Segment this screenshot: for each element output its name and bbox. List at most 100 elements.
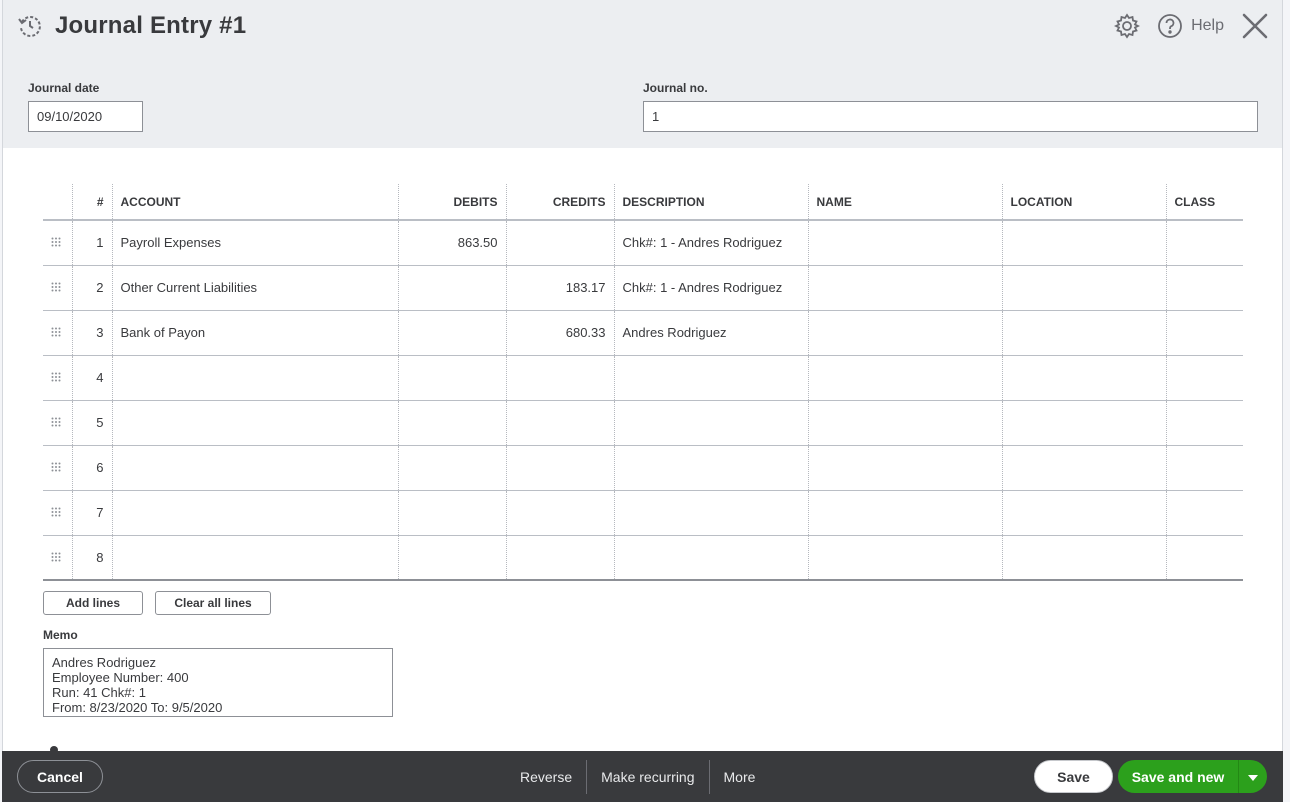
account-cell[interactable] (112, 445, 398, 490)
debits-cell[interactable]: 863.50 (398, 220, 506, 265)
history-icon[interactable] (15, 11, 45, 41)
credits-cell[interactable] (506, 535, 614, 580)
row-number-cell: 3 (72, 310, 112, 355)
name-cell[interactable] (808, 220, 1002, 265)
class-cell[interactable] (1166, 220, 1243, 265)
drag-cell[interactable] (43, 535, 72, 580)
class-cell[interactable] (1166, 535, 1243, 580)
drag-cell[interactable] (43, 355, 72, 400)
debits-cell[interactable] (398, 490, 506, 535)
drag-handle-icon[interactable] (51, 235, 61, 245)
gear-icon[interactable] (1113, 12, 1141, 40)
class-cell[interactable] (1166, 445, 1243, 490)
drag-cell[interactable] (43, 400, 72, 445)
account-cell[interactable]: Other Current Liabilities (112, 265, 398, 310)
account-cell[interactable] (112, 355, 398, 400)
class-cell[interactable] (1166, 310, 1243, 355)
location-cell[interactable] (1002, 400, 1166, 445)
table-row[interactable]: 3Bank of Payon 680.33Andres Rodriguez (43, 310, 1243, 355)
description-cell[interactable] (614, 400, 808, 445)
more-link[interactable]: More (710, 760, 770, 794)
credits-cell[interactable] (506, 490, 614, 535)
class-cell[interactable] (1166, 490, 1243, 535)
drag-cell[interactable] (43, 220, 72, 265)
name-cell[interactable] (808, 310, 1002, 355)
name-cell[interactable] (808, 265, 1002, 310)
drag-handle-icon[interactable] (51, 550, 61, 560)
credits-cell[interactable]: 680.33 (506, 310, 614, 355)
name-cell[interactable] (808, 445, 1002, 490)
description-cell[interactable] (614, 535, 808, 580)
drag-cell[interactable] (43, 490, 72, 535)
drag-handle-icon[interactable] (51, 280, 61, 290)
save-and-new-button[interactable]: Save and new (1118, 760, 1238, 793)
drag-handle-icon[interactable] (51, 325, 61, 335)
clear-all-lines-button[interactable]: Clear all lines (155, 591, 271, 615)
description-cell[interactable] (614, 355, 808, 400)
location-cell[interactable] (1002, 265, 1166, 310)
table-row[interactable]: 7 (43, 490, 1243, 535)
make-recurring-link[interactable]: Make recurring (587, 760, 708, 794)
credits-cell[interactable]: 183.17 (506, 265, 614, 310)
drag-handle-icon[interactable] (51, 370, 61, 380)
description-cell[interactable]: Andres Rodriguez (614, 310, 808, 355)
class-cell[interactable] (1166, 400, 1243, 445)
table-row[interactable]: 1Payroll Expenses863.50Chk#: 1 - Andres … (43, 220, 1243, 265)
credits-cell[interactable] (506, 400, 614, 445)
table-row[interactable]: 4 (43, 355, 1243, 400)
name-cell[interactable] (808, 400, 1002, 445)
journal-date-input[interactable]: 09/10/2020 (28, 101, 143, 132)
drag-cell[interactable] (43, 265, 72, 310)
row-number-cell: 4 (72, 355, 112, 400)
save-options-dropdown[interactable] (1238, 760, 1267, 793)
name-cell[interactable] (808, 490, 1002, 535)
drag-handle-icon[interactable] (51, 460, 61, 470)
save-button[interactable]: Save (1034, 760, 1113, 793)
account-cell[interactable]: Bank of Payon (112, 310, 398, 355)
location-cell[interactable] (1002, 310, 1166, 355)
description-cell[interactable]: Chk#: 1 - Andres Rodriguez (614, 220, 808, 265)
credits-cell[interactable] (506, 445, 614, 490)
location-cell[interactable] (1002, 535, 1166, 580)
cancel-button[interactable]: Cancel (17, 760, 103, 793)
drag-cell[interactable] (43, 445, 72, 490)
drag-handle-icon[interactable] (51, 415, 61, 425)
location-cell[interactable] (1002, 355, 1166, 400)
reverse-link[interactable]: Reverse (506, 760, 586, 794)
location-cell[interactable] (1002, 445, 1166, 490)
add-lines-button[interactable]: Add lines (43, 591, 143, 615)
account-cell[interactable] (112, 400, 398, 445)
journal-no-input[interactable]: 1 (643, 101, 1258, 132)
table-row[interactable]: 6 (43, 445, 1243, 490)
description-cell[interactable] (614, 490, 808, 535)
credits-cell[interactable] (506, 355, 614, 400)
class-cell[interactable] (1166, 355, 1243, 400)
debits-cell[interactable] (398, 535, 506, 580)
debits-cell[interactable] (398, 355, 506, 400)
debits-cell[interactable] (398, 400, 506, 445)
memo-textarea[interactable]: Andres Rodriguez Employee Number: 400 Ru… (43, 648, 393, 717)
debits-cell[interactable] (398, 265, 506, 310)
table-row[interactable]: 2Other Current Liabilities183.17Chk#: 1 … (43, 265, 1243, 310)
account-cell[interactable] (112, 490, 398, 535)
class-cell[interactable] (1166, 265, 1243, 310)
debits-cell[interactable] (398, 445, 506, 490)
journal-lines-table: # ACCOUNT DEBITS CREDITS DESCRIPTION NAM… (43, 184, 1243, 581)
dialog-header: Journal Entry #1 Help (3, 0, 1282, 148)
description-cell[interactable]: Chk#: 1 - Andres Rodriguez (614, 265, 808, 310)
account-cell[interactable] (112, 535, 398, 580)
location-cell[interactable] (1002, 220, 1166, 265)
help-button[interactable]: Help (1157, 13, 1224, 39)
location-cell[interactable] (1002, 490, 1166, 535)
name-cell[interactable] (808, 535, 1002, 580)
credits-cell[interactable] (506, 220, 614, 265)
table-row[interactable]: 5 (43, 400, 1243, 445)
description-cell[interactable] (614, 445, 808, 490)
debits-cell[interactable] (398, 310, 506, 355)
account-cell[interactable]: Payroll Expenses (112, 220, 398, 265)
drag-cell[interactable] (43, 310, 72, 355)
drag-handle-icon[interactable] (51, 505, 61, 515)
table-row[interactable]: 8 (43, 535, 1243, 580)
close-icon[interactable] (1240, 11, 1270, 41)
name-cell[interactable] (808, 355, 1002, 400)
